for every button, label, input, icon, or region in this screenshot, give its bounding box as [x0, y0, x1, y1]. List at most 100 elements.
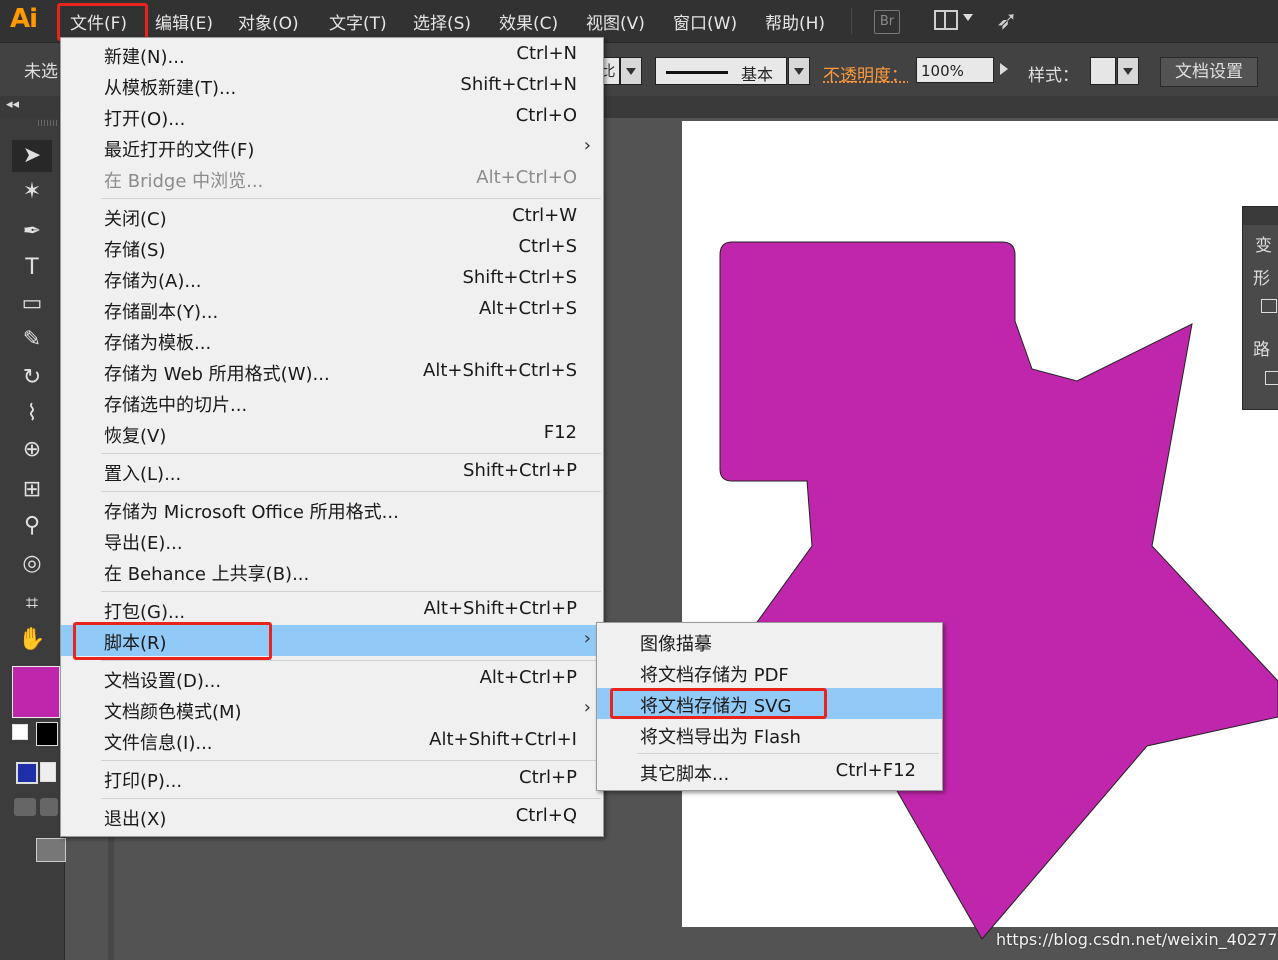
menu-type[interactable]: 文字(T): [329, 9, 387, 34]
pathfinder-icon[interactable]: [1265, 371, 1278, 385]
menu-separator: [101, 453, 601, 454]
bridge-icon[interactable]: Br: [874, 10, 900, 34]
menu-item-file-info[interactable]: 文件信息(I)... Alt+Shift+Ctrl+I: [61, 725, 603, 756]
menu-item-save-for-web[interactable]: 存储为 Web 所用格式(W)... Alt+Shift+Ctrl+S: [61, 356, 603, 387]
collapse-panel-icon[interactable]: ◂◂: [6, 97, 19, 112]
stroke-profile-dropdown[interactable]: 基本: [655, 57, 787, 85]
color-mode-button[interactable]: [16, 762, 38, 784]
menu-item-label: 存储副本(Y)...: [104, 302, 219, 323]
chevron-down-icon: [794, 68, 804, 75]
stroke-color-swatch[interactable]: [36, 722, 58, 746]
rectangle-tool-icon[interactable]: ▭: [12, 288, 52, 320]
chevron-right-icon[interactable]: [1000, 63, 1008, 75]
menu-item-open-recent[interactable]: 最近打开的文件(F) ›: [61, 132, 603, 163]
opacity-label[interactable]: 不透明度：: [823, 61, 908, 86]
style-swatch[interactable]: [1090, 57, 1116, 85]
partial-dropdown-button[interactable]: [620, 57, 642, 85]
submenu-item-save-as-pdf[interactable]: 将文档存储为 PDF: [597, 657, 942, 688]
menu-item-save[interactable]: 存储(S) Ctrl+S: [61, 232, 603, 263]
pencil-tool-icon[interactable]: ✎: [12, 324, 52, 356]
submenu-item-image-trace[interactable]: 图像描摹: [597, 626, 942, 657]
hand-tool-icon[interactable]: ✋: [12, 624, 52, 656]
style-dropdown-button[interactable]: [1117, 57, 1139, 85]
menu-select[interactable]: 选择(S): [413, 9, 471, 34]
rounded-rectangle-shape[interactable]: [682, 241, 1278, 940]
menu-item-save-as[interactable]: 存储为(A)... Shift+Ctrl+S: [61, 263, 603, 294]
document-setup-button[interactable]: 文档设置: [1160, 57, 1258, 87]
panel-tab-transform[interactable]: 变: [1255, 231, 1272, 256]
selection-tool-icon[interactable]: ➤: [12, 140, 52, 172]
menu-item-save-copy[interactable]: 存储副本(Y)... Alt+Ctrl+S: [61, 294, 603, 325]
menu-item-label: 文档颜色模式(M): [104, 702, 242, 723]
annotation-box-save-as-svg: [610, 688, 827, 719]
style-label: 样式：: [1028, 66, 1079, 86]
warp-tool-icon[interactable]: ⌇: [12, 398, 52, 430]
screen-mode-icon[interactable]: [36, 838, 66, 862]
type-tool-icon[interactable]: T: [12, 252, 52, 284]
menu-item-place[interactable]: 置入(L)... Shift+Ctrl+P: [61, 456, 603, 487]
opacity-input[interactable]: 100%: [916, 57, 994, 83]
draw-behind-icon[interactable]: [40, 798, 58, 816]
menu-item-document-setup[interactable]: 文档设置(D)... Alt+Ctrl+P: [61, 663, 603, 694]
menu-object[interactable]: 对象(O): [238, 9, 299, 34]
transform-panel[interactable]: 变 形 路: [1242, 206, 1278, 410]
menu-item-print[interactable]: 打印(P)... Ctrl+P: [61, 763, 603, 794]
menu-item-browse-in-bridge[interactable]: 在 Bridge 中浏览... Alt+Ctrl+O: [61, 163, 603, 194]
shape-mode-icon[interactable]: [1261, 299, 1277, 313]
menu-item-save-for-office[interactable]: 存储为 Microsoft Office 所用格式...: [61, 494, 603, 525]
panel-header[interactable]: [1243, 207, 1278, 225]
menu-item-package[interactable]: 打包(G)... Alt+Shift+Ctrl+P: [61, 594, 603, 625]
eyedropper-tool-icon[interactable]: ⚲: [12, 510, 52, 542]
menu-item-document-color-mode[interactable]: 文档颜色模式(M) ›: [61, 694, 603, 725]
magic-wand-tool-icon[interactable]: ✶: [12, 176, 52, 208]
menu-effect[interactable]: 效果(C): [499, 9, 558, 34]
stroke-line-preview: [666, 71, 728, 74]
menu-item-new-from-template[interactable]: 从模板新建(T)... Shift+Ctrl+N: [61, 70, 603, 101]
pen-tool-icon[interactable]: ✒: [12, 216, 52, 248]
panel-grip[interactable]: [38, 120, 58, 126]
submenu-item-label: 将文档存储为 PDF: [640, 665, 789, 686]
menu-edit[interactable]: 编辑(E): [155, 9, 213, 34]
menu-window[interactable]: 窗口(W): [673, 9, 737, 34]
watermark-text: https://blog.csdn.net/weixin_40277264: [996, 930, 1278, 949]
rotate-tool-icon[interactable]: ↻: [12, 362, 52, 394]
submenu-item-other-scripts[interactable]: 其它脚本... Ctrl+F12: [597, 756, 942, 787]
menu-item-close[interactable]: 关闭(C) Ctrl+W: [61, 201, 603, 232]
chevron-down-icon: [626, 68, 636, 75]
menu-item-shortcut: Ctrl+P: [519, 767, 577, 788]
menu-item-exit[interactable]: 退出(X) Ctrl+Q: [61, 801, 603, 832]
menu-item-label: 最近打开的文件(F): [104, 140, 255, 161]
menu-help[interactable]: 帮助(H): [765, 9, 825, 34]
star-shape-canvas[interactable]: [682, 121, 1278, 960]
tools-panel: ➤ ✶ ✒ T ▭ ✎ ↻ ⌇ ⊕ ⊞ ⚲ ◎ ⌗ ✋: [0, 118, 66, 960]
menu-item-label: 存储(S): [104, 240, 166, 261]
menu-view[interactable]: 视图(V): [586, 9, 645, 34]
chevron-down-icon[interactable]: [963, 14, 973, 21]
symbol-sprayer-tool-icon[interactable]: ◎: [12, 548, 52, 580]
menu-item-open[interactable]: 打开(O)... Ctrl+O: [61, 101, 603, 132]
menu-item-shortcut: Alt+Ctrl+S: [479, 298, 577, 319]
stroke-profile-dropdown-button[interactable]: [788, 57, 810, 85]
submenu-item-export-as-flash[interactable]: 将文档导出为 Flash: [597, 719, 942, 750]
menu-separator: [637, 753, 939, 754]
menu-separator: [101, 591, 601, 592]
menu-item-share-on-behance[interactable]: 在 Behance 上共享(B)...: [61, 556, 603, 587]
artboard-tool-icon[interactable]: ⌗: [12, 588, 52, 620]
menu-item-save-as-template[interactable]: 存储为模板...: [61, 325, 603, 356]
workspace-layout-icon[interactable]: [934, 10, 958, 30]
chevron-down-icon: [1123, 68, 1133, 75]
shape-builder-tool-icon[interactable]: ⊕: [12, 434, 52, 466]
menu-item-label: 在 Behance 上共享(B)...: [104, 564, 310, 585]
menu-item-export[interactable]: 导出(E)...: [61, 525, 603, 556]
menu-item-shortcut: Ctrl+O: [515, 105, 577, 126]
draw-normal-icon[interactable]: [14, 798, 36, 816]
none-mode-button[interactable]: [40, 762, 56, 782]
submenu-item-label: 其它脚本...: [640, 764, 730, 785]
menu-item-new[interactable]: 新建(N)... Ctrl+N: [61, 39, 603, 70]
feather-icon[interactable]: ➶: [996, 6, 1018, 36]
mesh-tool-icon[interactable]: ⊞: [12, 474, 52, 506]
fill-color-swatch[interactable]: [12, 666, 60, 718]
default-colors-icon[interactable]: [12, 724, 28, 740]
menu-item-revert[interactable]: 恢复(V) F12: [61, 418, 603, 449]
menu-item-save-selected-slices[interactable]: 存储选中的切片...: [61, 387, 603, 418]
